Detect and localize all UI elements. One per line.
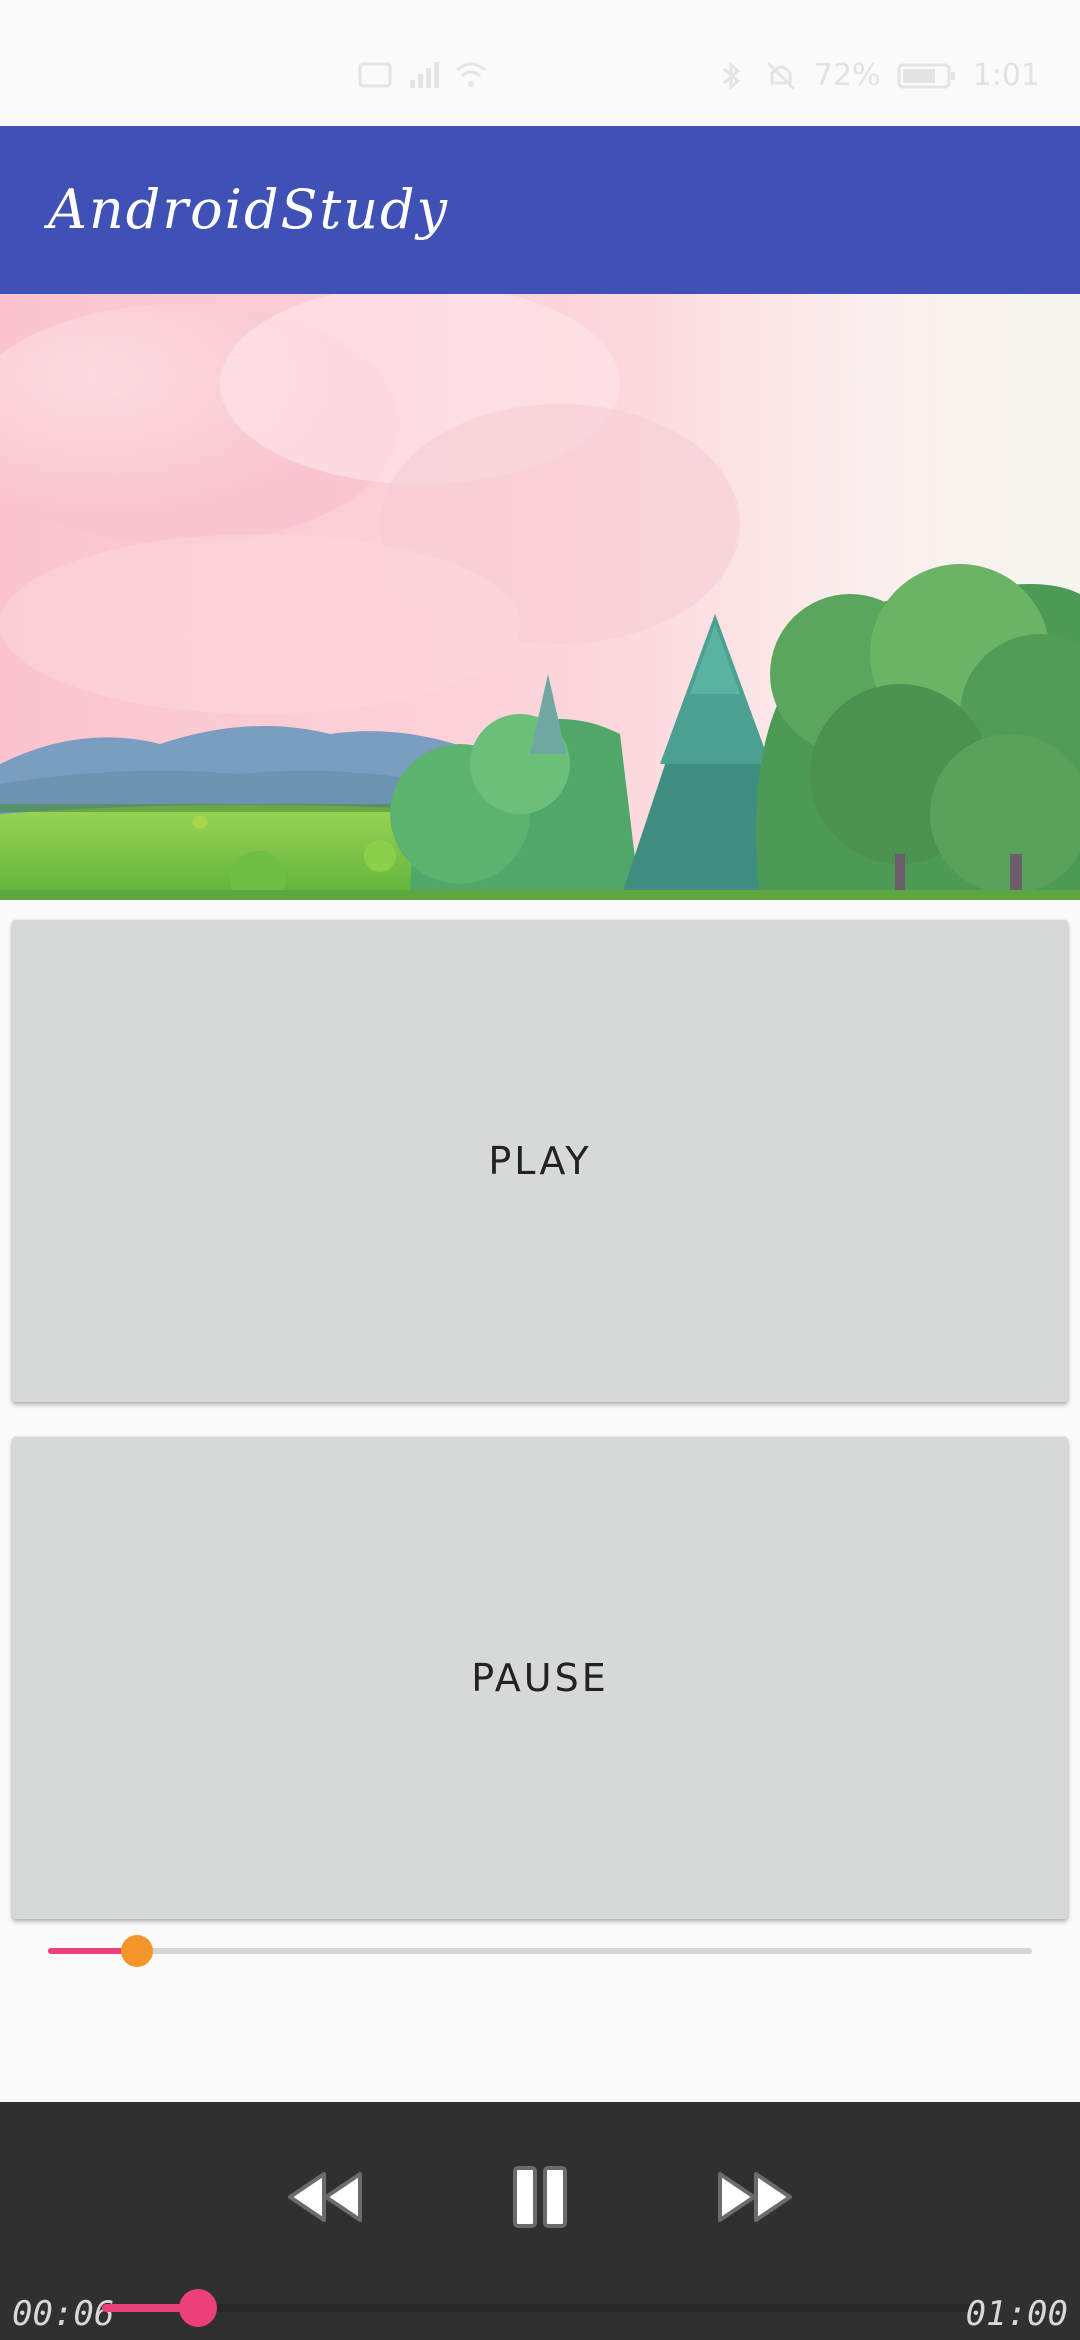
current-time: 00:06 bbox=[12, 2294, 115, 2334]
seek-thumb[interactable] bbox=[120, 1935, 153, 1967]
app-title: AndroidStudy bbox=[48, 178, 450, 241]
seek-bar[interactable] bbox=[48, 1935, 1032, 1967]
pause-icon[interactable] bbox=[495, 2162, 585, 2232]
signal-icon bbox=[410, 62, 439, 88]
app-bar: AndroidStudy bbox=[0, 126, 1080, 294]
media-progress-thumb[interactable] bbox=[179, 2289, 218, 2327]
fast-forward-icon[interactable] bbox=[710, 2162, 800, 2232]
play-button[interactable]: PLAY bbox=[12, 920, 1068, 1402]
hd-icon bbox=[358, 62, 392, 88]
video-frame-image bbox=[0, 294, 1080, 900]
status-bar: 72% 1:01 bbox=[0, 0, 1080, 126]
media-controller: 00:06 01:00 bbox=[0, 2102, 1080, 2340]
battery-icon bbox=[897, 63, 955, 88]
battery-percent: 72% bbox=[813, 58, 881, 93]
wifi-icon bbox=[456, 62, 486, 87]
mute-icon bbox=[766, 61, 795, 90]
clock: 1:01 bbox=[972, 58, 1040, 93]
bluetooth-icon bbox=[722, 61, 741, 90]
video-view[interactable] bbox=[0, 294, 1080, 900]
media-progress-track bbox=[102, 2304, 978, 2312]
rewind-icon[interactable] bbox=[280, 2162, 370, 2232]
total-time: 01:00 bbox=[965, 2294, 1068, 2334]
seek-track bbox=[48, 1948, 1032, 1954]
pause-button[interactable]: PAUSE bbox=[12, 1437, 1068, 1919]
media-progress-bar[interactable] bbox=[102, 2289, 978, 2327]
